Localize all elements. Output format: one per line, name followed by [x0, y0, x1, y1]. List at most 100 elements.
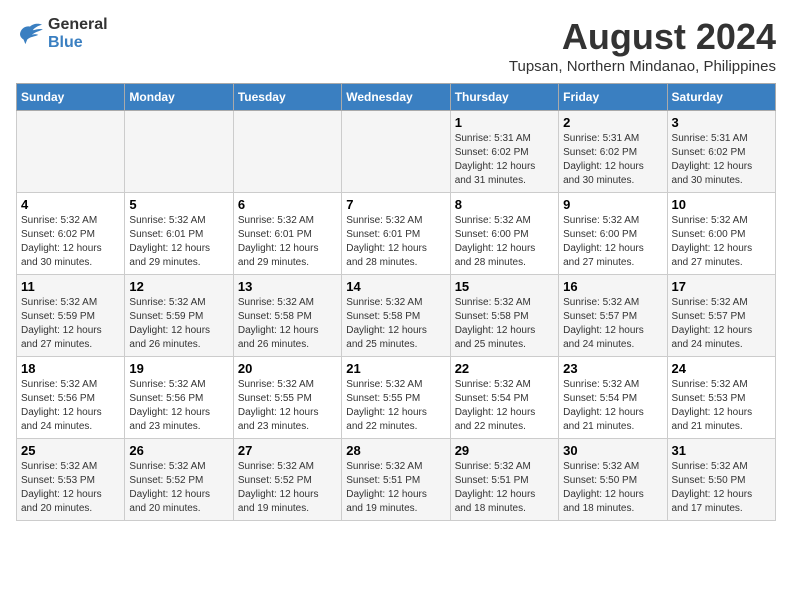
day-info: Sunrise: 5:32 AM Sunset: 5:51 PM Dayligh…	[455, 460, 554, 516]
day-number: 26	[129, 443, 228, 458]
calendar-cell: 5 Sunrise: 5:32 AM Sunset: 6:01 PM Daylig…	[125, 193, 233, 275]
calendar-header-tuesday: Tuesday	[233, 84, 341, 111]
day-number: 21	[346, 361, 445, 376]
day-info: Sunrise: 5:32 AM Sunset: 6:01 PM Dayligh…	[346, 214, 445, 270]
calendar-cell: 1Sunrise: 5:31 AM Sunset: 6:02 PM Daylig…	[450, 111, 558, 193]
calendar-cell: 19 Sunrise: 5:32 AM Sunset: 5:56 PM Dayli…	[125, 357, 233, 439]
day-number: 8	[455, 197, 554, 212]
calendar-cell: 23 Sunrise: 5:32 AM Sunset: 5:54 PM Dayli…	[559, 357, 667, 439]
logo: General Blue	[16, 16, 108, 51]
calendar-table: SundayMondayTuesdayWednesdayThursdayFrid…	[16, 83, 776, 521]
calendar-header-monday: Monday	[125, 84, 233, 111]
day-info: Sunrise: 5:31 AM Sunset: 6:02 PM Dayligh…	[563, 132, 662, 188]
calendar-cell: 27Sunrise: 5:32 AM Sunset: 5:52 PM Dayli…	[233, 439, 341, 521]
day-info: Sunrise: 5:32 AM Sunset: 5:59 PM Dayligh…	[129, 296, 228, 352]
calendar-cell: 10Sunrise: 5:32 AM Sunset: 6:00 PM Dayli…	[667, 193, 775, 275]
day-info: Sunrise: 5:32 AM Sunset: 5:57 PM Dayligh…	[563, 296, 662, 352]
day-info: Sunrise: 5:32 AM Sunset: 6:00 PM Dayligh…	[455, 214, 554, 270]
calendar-cell: 12 Sunrise: 5:32 AM Sunset: 5:59 PM Dayli…	[125, 275, 233, 357]
calendar-cell: 26Sunrise: 5:32 AM Sunset: 5:52 PM Dayli…	[125, 439, 233, 521]
logo-text: General Blue	[48, 16, 108, 51]
calendar-cell: 8 Sunrise: 5:32 AM Sunset: 6:00 PM Daylig…	[450, 193, 558, 275]
calendar-cell	[17, 111, 125, 193]
main-title: August 2024	[509, 16, 776, 58]
day-info: Sunrise: 5:32 AM Sunset: 5:58 PM Dayligh…	[238, 296, 337, 352]
day-info: Sunrise: 5:32 AM Sunset: 5:59 PM Dayligh…	[21, 296, 120, 352]
day-number: 5	[129, 197, 228, 212]
calendar-cell: 13 Sunrise: 5:32 AM Sunset: 5:58 PM Dayli…	[233, 275, 341, 357]
calendar-cell: 25Sunrise: 5:32 AM Sunset: 5:53 PM Dayli…	[17, 439, 125, 521]
day-info: Sunrise: 5:32 AM Sunset: 5:55 PM Dayligh…	[346, 378, 445, 434]
day-info: Sunrise: 5:32 AM Sunset: 5:56 PM Dayligh…	[21, 378, 120, 434]
day-number: 10	[672, 197, 771, 212]
subtitle: Tupsan, Northern Mindanao, Philippines	[509, 58, 776, 75]
calendar-cell: 17 Sunrise: 5:32 AM Sunset: 5:57 PM Dayli…	[667, 275, 775, 357]
day-number: 14	[346, 279, 445, 294]
calendar-header: SundayMondayTuesdayWednesdayThursdayFrid…	[17, 84, 776, 111]
day-number: 22	[455, 361, 554, 376]
day-info: Sunrise: 5:32 AM Sunset: 5:53 PM Dayligh…	[21, 460, 120, 516]
day-number: 19	[129, 361, 228, 376]
day-info: Sunrise: 5:32 AM Sunset: 5:58 PM Dayligh…	[455, 296, 554, 352]
calendar-header-thursday: Thursday	[450, 84, 558, 111]
day-info: Sunrise: 5:32 AM Sunset: 5:50 PM Dayligh…	[672, 460, 771, 516]
title-block: August 2024 Tupsan, Northern Mindanao, P…	[509, 16, 776, 75]
calendar-cell: 4Sunrise: 5:32 AM Sunset: 6:02 PM Daylig…	[17, 193, 125, 275]
calendar-cell: 21 Sunrise: 5:32 AM Sunset: 5:55 PM Dayli…	[342, 357, 450, 439]
calendar-header-saturday: Saturday	[667, 84, 775, 111]
day-info: Sunrise: 5:32 AM Sunset: 5:50 PM Dayligh…	[563, 460, 662, 516]
day-number: 4	[21, 197, 120, 212]
day-number: 31	[672, 443, 771, 458]
calendar-cell: 9 Sunrise: 5:32 AM Sunset: 6:00 PM Daylig…	[559, 193, 667, 275]
day-number: 1	[455, 115, 554, 130]
day-info: Sunrise: 5:32 AM Sunset: 6:01 PM Dayligh…	[129, 214, 228, 270]
day-number: 18	[21, 361, 120, 376]
calendar-cell: 7 Sunrise: 5:32 AM Sunset: 6:01 PM Daylig…	[342, 193, 450, 275]
calendar-cell	[233, 111, 341, 193]
day-number: 13	[238, 279, 337, 294]
calendar-week-3: 11Sunrise: 5:32 AM Sunset: 5:59 PM Dayli…	[17, 275, 776, 357]
day-number: 12	[129, 279, 228, 294]
day-number: 29	[455, 443, 554, 458]
day-info: Sunrise: 5:32 AM Sunset: 5:57 PM Dayligh…	[672, 296, 771, 352]
day-info: Sunrise: 5:31 AM Sunset: 6:02 PM Dayligh…	[672, 132, 771, 188]
calendar-cell: 20 Sunrise: 5:32 AM Sunset: 5:55 PM Dayli…	[233, 357, 341, 439]
day-info: Sunrise: 5:32 AM Sunset: 5:56 PM Dayligh…	[129, 378, 228, 434]
day-number: 27	[238, 443, 337, 458]
calendar-header-wednesday: Wednesday	[342, 84, 450, 111]
calendar-cell: 14 Sunrise: 5:32 AM Sunset: 5:58 PM Dayli…	[342, 275, 450, 357]
calendar-cell: 11Sunrise: 5:32 AM Sunset: 5:59 PM Dayli…	[17, 275, 125, 357]
calendar-cell	[125, 111, 233, 193]
day-info: Sunrise: 5:32 AM Sunset: 5:58 PM Dayligh…	[346, 296, 445, 352]
calendar-header-friday: Friday	[559, 84, 667, 111]
day-info: Sunrise: 5:32 AM Sunset: 5:53 PM Dayligh…	[672, 378, 771, 434]
day-info: Sunrise: 5:32 AM Sunset: 6:00 PM Dayligh…	[563, 214, 662, 270]
day-number: 24	[672, 361, 771, 376]
calendar-week-2: 4Sunrise: 5:32 AM Sunset: 6:02 PM Daylig…	[17, 193, 776, 275]
calendar-cell: 18 Sunrise: 5:32 AM Sunset: 5:56 PM Dayli…	[17, 357, 125, 439]
day-info: Sunrise: 5:32 AM Sunset: 5:55 PM Dayligh…	[238, 378, 337, 434]
calendar-week-4: 18 Sunrise: 5:32 AM Sunset: 5:56 PM Dayli…	[17, 357, 776, 439]
day-number: 7	[346, 197, 445, 212]
calendar-cell: 22 Sunrise: 5:32 AM Sunset: 5:54 PM Dayli…	[450, 357, 558, 439]
calendar-cell: 16 Sunrise: 5:32 AM Sunset: 5:57 PM Dayli…	[559, 275, 667, 357]
day-info: Sunrise: 5:32 AM Sunset: 5:51 PM Dayligh…	[346, 460, 445, 516]
day-info: Sunrise: 5:32 AM Sunset: 5:54 PM Dayligh…	[455, 378, 554, 434]
calendar-cell: 29 Sunrise: 5:32 AM Sunset: 5:51 PM Dayli…	[450, 439, 558, 521]
day-number: 3	[672, 115, 771, 130]
day-number: 17	[672, 279, 771, 294]
calendar-week-1: 1 Sunrise: 5:31 AM Sunset: 6:02 PM Daylig…	[17, 111, 776, 193]
calendar-cell: 31 Sunrise: 5:32 AM Sunset: 5:50 PM Dayli…	[667, 439, 775, 521]
calendar-cell: 24 Sunrise: 5:32 AM Sunset: 5:53 PM Dayli…	[667, 357, 775, 439]
calendar-cell: 2 Sunrise: 5:31 AM Sunset: 6:02 PM Daylig…	[559, 111, 667, 193]
calendar-cell: 6Sunrise: 5:32 AM Sunset: 6:01 PM Daylig…	[233, 193, 341, 275]
day-number: 30	[563, 443, 662, 458]
day-number: 16	[563, 279, 662, 294]
day-number: 9	[563, 197, 662, 212]
calendar-cell: 3 Sunrise: 5:31 AM Sunset: 6:02 PM Daylig…	[667, 111, 775, 193]
day-number: 20	[238, 361, 337, 376]
day-number: 2	[563, 115, 662, 130]
day-number: 23	[563, 361, 662, 376]
page-header: General Blue August 2024 Tupsan, Norther…	[16, 16, 776, 75]
day-info: Sunrise: 5:32 AM Sunset: 5:54 PM Dayligh…	[563, 378, 662, 434]
